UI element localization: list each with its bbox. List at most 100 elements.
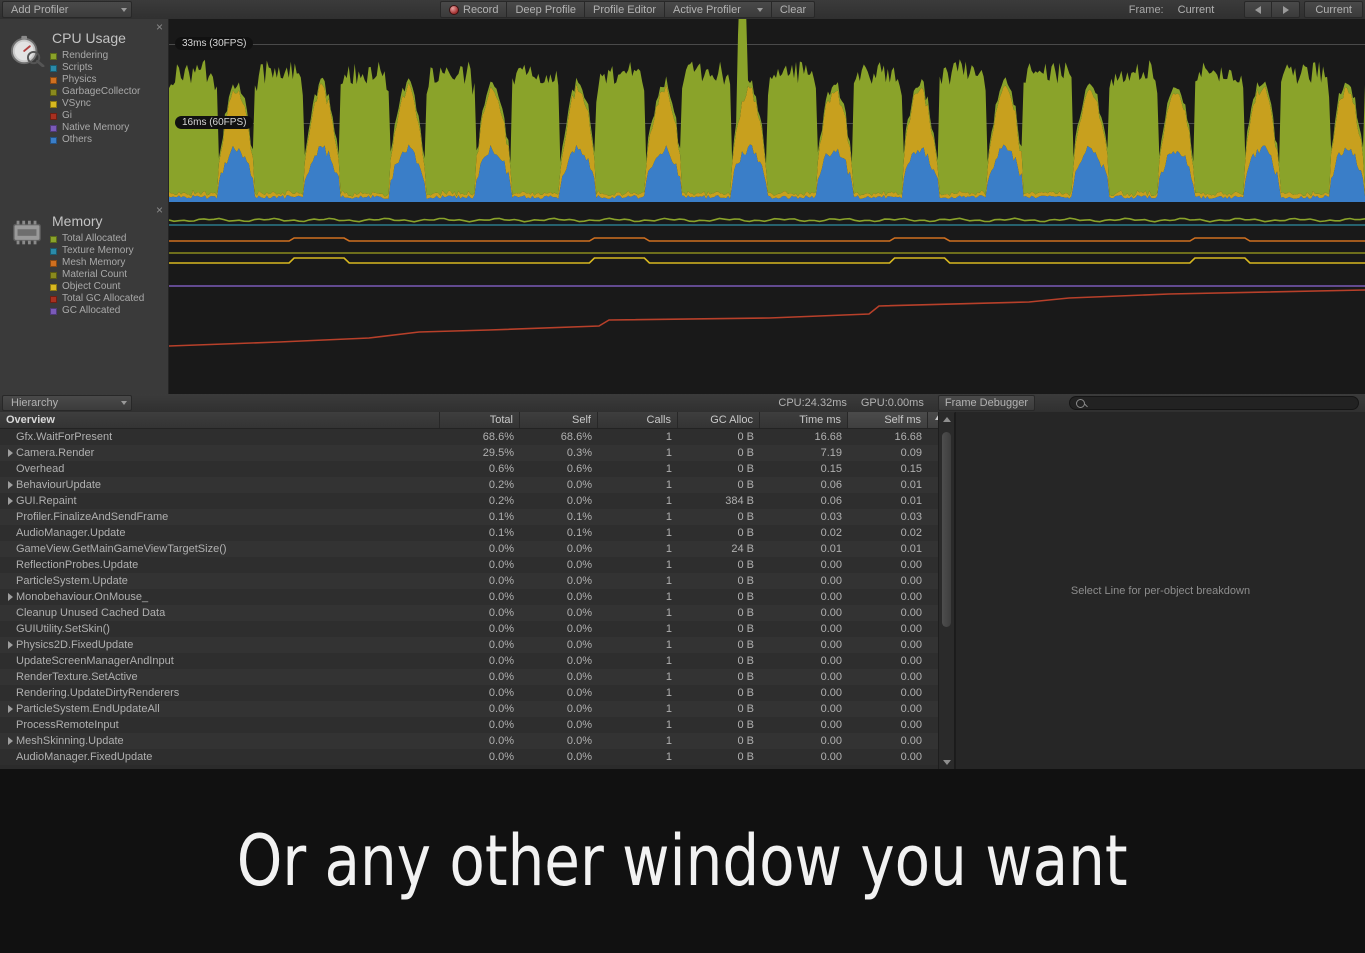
table-row[interactable]: ParticleSystem.EndUpdateAll 0.0% 0.0% 1 0 B 0… <box>0 701 953 717</box>
table-column-header[interactable]: GC Alloc <box>678 412 760 428</box>
cpu-legend-item[interactable]: Scripts <box>50 62 140 74</box>
profile-editor-button[interactable]: Profile Editor <box>585 1 665 18</box>
row-indent-spacer <box>4 573 16 589</box>
memory-legend-item[interactable]: Texture Memory <box>50 245 144 257</box>
expand-arrow-icon[interactable] <box>4 589 16 605</box>
memory-graph[interactable] <box>169 202 1365 394</box>
row-indent-spacer <box>4 461 16 477</box>
table-row[interactable]: RenderTexture.SetActive 0.0% 0.0% 1 0 B 0.00 0… <box>0 669 953 685</box>
cpu-usage-panel[interactable]: × CPU Usage Rendering Scripts Physics Garba… <box>0 19 1365 202</box>
close-icon[interactable]: × <box>156 21 163 33</box>
frame-label: Frame: <box>1128 3 1164 16</box>
row-cell-self-ms: 0.00 <box>900 671 922 683</box>
legend-item-label: Gi <box>62 110 72 121</box>
table-row[interactable]: Rendering.UpdateDirtyRenderers 0.0% 0.0% 1 0… <box>0 685 953 701</box>
expand-arrow-icon[interactable] <box>4 733 16 749</box>
table-vertical-scrollbar[interactable] <box>938 412 954 769</box>
cpu-legend-list: Rendering Scripts Physics GarbageCollector V… <box>50 50 140 146</box>
active-profiler-dropdown[interactable]: Active Profiler <box>665 1 772 18</box>
memory-panel[interactable]: × Memory Total Allocated Texture Memory Me… <box>0 202 1365 394</box>
row-cell-self-ms: 0.09 <box>900 447 922 459</box>
row-cell-gc-alloc: 0 B <box>737 463 754 475</box>
cpu-legend-item[interactable]: GarbageCollector <box>50 86 140 98</box>
table-row[interactable]: Gfx.WaitForPresent 68.6% 68.6% 1 0 B 16.68 16.… <box>0 429 953 445</box>
table-row[interactable]: MeshSkinning.Update 0.0% 0.0% 1 0 B 0.00 0.00 <box>0 733 953 749</box>
row-cell-time-ms: 0.06 <box>820 495 842 507</box>
memory-legend-item[interactable]: Mesh Memory <box>50 257 144 269</box>
cpu-legend-item[interactable]: Rendering <box>50 50 140 62</box>
table-row[interactable]: GUI.Repaint 0.2% 0.0% 1 384 B 0.06 0.01 <box>0 493 953 509</box>
deep-profile-button[interactable]: Deep Profile <box>507 1 586 18</box>
memory-legend-item[interactable]: Total Allocated <box>50 233 144 245</box>
search-input[interactable] <box>1069 396 1359 410</box>
table-column-header[interactable]: Total <box>440 412 520 428</box>
row-cell-self-ms: 0.00 <box>900 607 922 619</box>
table-column-header[interactable]: Calls <box>598 412 678 428</box>
cpu-legend-item[interactable]: VSync <box>50 98 140 110</box>
row-cell-time-ms: 0.00 <box>820 575 842 587</box>
toolbar-center-group: Record Deep Profile Profile Editor Activ… <box>440 0 816 19</box>
table-row[interactable]: ParticleSystem.Update 0.0% 0.0% 1 0 B 0.00 0.0… <box>0 573 953 589</box>
row-indent-spacer <box>4 429 16 445</box>
row-cell-time-ms: 0.00 <box>820 671 842 683</box>
table-row[interactable]: ProcessRemoteInput 0.0% 0.0% 1 0 B 0.00 0.00 <box>0 717 953 733</box>
table-row[interactable]: GameView.GetMainGameViewTargetSize() 0.0%… <box>0 541 953 557</box>
expand-arrow-icon[interactable] <box>4 477 16 493</box>
hierarchy-view-dropdown[interactable]: Hierarchy <box>2 395 132 411</box>
row-cell-total: 0.0% <box>488 639 514 651</box>
memory-legend-item[interactable]: Total GC Allocated <box>50 293 144 305</box>
expand-arrow-icon[interactable] <box>4 637 16 653</box>
cpu-legend-item[interactable]: Gi <box>50 110 140 122</box>
table-row[interactable]: Physics2D.FixedUpdate 0.0% 0.0% 1 0 B 0.00 0.0… <box>0 637 953 653</box>
row-name-label: Monobehaviour.OnMouse_ <box>16 591 149 603</box>
table-row[interactable]: GUIUtility.SetSkin() 0.0% 0.0% 1 0 B 0.00 0.00 <box>0 621 953 637</box>
table-row[interactable]: ReflectionProbes.Update 0.0% 0.0% 1 0 B 0.00 0… <box>0 557 953 573</box>
table-row[interactable]: Overhead 0.6% 0.6% 1 0 B 0.15 0.15 <box>0 461 953 477</box>
scroll-down-icon[interactable] <box>939 755 954 769</box>
table-row[interactable]: Cleanup Unused Cached Data 0.0% 0.0% 1 0 B 0.… <box>0 605 953 621</box>
record-button[interactable]: Record <box>440 1 508 18</box>
memory-legend-item[interactable]: GC Allocated <box>50 305 144 317</box>
table-body: Gfx.WaitForPresent 68.6% 68.6% 1 0 B 16.68 16.… <box>0 429 953 765</box>
memory-legend-item[interactable]: Material Count <box>50 269 144 281</box>
table-column-header[interactable]: Time ms <box>760 412 848 428</box>
prev-frame-button[interactable] <box>1244 1 1273 18</box>
table-row[interactable]: BehaviourUpdate 0.2% 0.0% 1 0 B 0.06 0.01 <box>0 477 953 493</box>
table-column-header[interactable]: Overview <box>0 412 440 428</box>
add-profiler-dropdown[interactable]: Add Profiler <box>2 1 132 18</box>
per-object-detail-pane[interactable]: Select Line for per-object breakdown <box>955 412 1365 769</box>
scroll-up-icon[interactable] <box>939 412 954 426</box>
scrollbar-thumb[interactable] <box>942 432 951 627</box>
row-cell-self-ms: 0.00 <box>900 591 922 603</box>
row-cell-self: 0.0% <box>566 575 592 587</box>
profile-editor-label: Profile Editor <box>593 3 656 16</box>
close-icon[interactable]: × <box>156 204 163 216</box>
cpu-usage-graph[interactable]: 33ms (30FPS) 16ms (60FPS) <box>169 19 1365 202</box>
table-row[interactable]: UpdateScreenManagerAndInput 0.0% 0.0% 1 0 B 0… <box>0 653 953 669</box>
table-row[interactable]: Camera.Render 29.5% 0.3% 1 0 B 7.19 0.09 <box>0 445 953 461</box>
cpu-legend-item[interactable]: Native Memory <box>50 122 140 134</box>
profiler-hierarchy-table[interactable]: Overview Total Self Calls GC Alloc Time ms Sel… <box>0 412 953 769</box>
table-row[interactable]: Profiler.FinalizeAndSendFrame 0.1% 0.1% 1 0 … <box>0 509 953 525</box>
row-cell-time-ms: 0.00 <box>820 703 842 715</box>
expand-arrow-icon[interactable] <box>4 445 16 461</box>
row-cell-self: 0.0% <box>566 495 592 507</box>
frame-debugger-button[interactable]: Frame Debugger <box>937 395 1035 411</box>
memory-legend-item[interactable]: Object Count <box>50 281 144 293</box>
memory-chip-icon <box>13 220 41 245</box>
table-row[interactable]: AudioManager.FixedUpdate 0.0% 0.0% 1 0 B 0.00… <box>0 749 953 765</box>
current-frame-button[interactable]: Current <box>1304 1 1363 18</box>
expand-arrow-icon[interactable] <box>4 493 16 509</box>
table-row[interactable]: Monobehaviour.OnMouse_ 0.0% 0.0% 1 0 B 0.00 0.… <box>0 589 953 605</box>
table-column-header[interactable]: Self ms <box>848 412 928 428</box>
table-column-header[interactable]: Self <box>520 412 598 428</box>
row-cell-gc-alloc: 0 B <box>737 703 754 715</box>
legend-swatch-icon <box>50 307 57 315</box>
table-row[interactable]: AudioManager.Update 0.1% 0.1% 1 0 B 0.02 0.02 <box>0 525 953 541</box>
next-frame-button[interactable] <box>1272 1 1301 18</box>
cpu-legend-item[interactable]: Physics <box>50 74 140 86</box>
expand-arrow-icon[interactable] <box>4 701 16 717</box>
row-cell-gc-alloc: 0 B <box>737 527 754 539</box>
clear-button[interactable]: Clear <box>771 1 816 18</box>
cpu-legend-item[interactable]: Others <box>50 134 140 146</box>
